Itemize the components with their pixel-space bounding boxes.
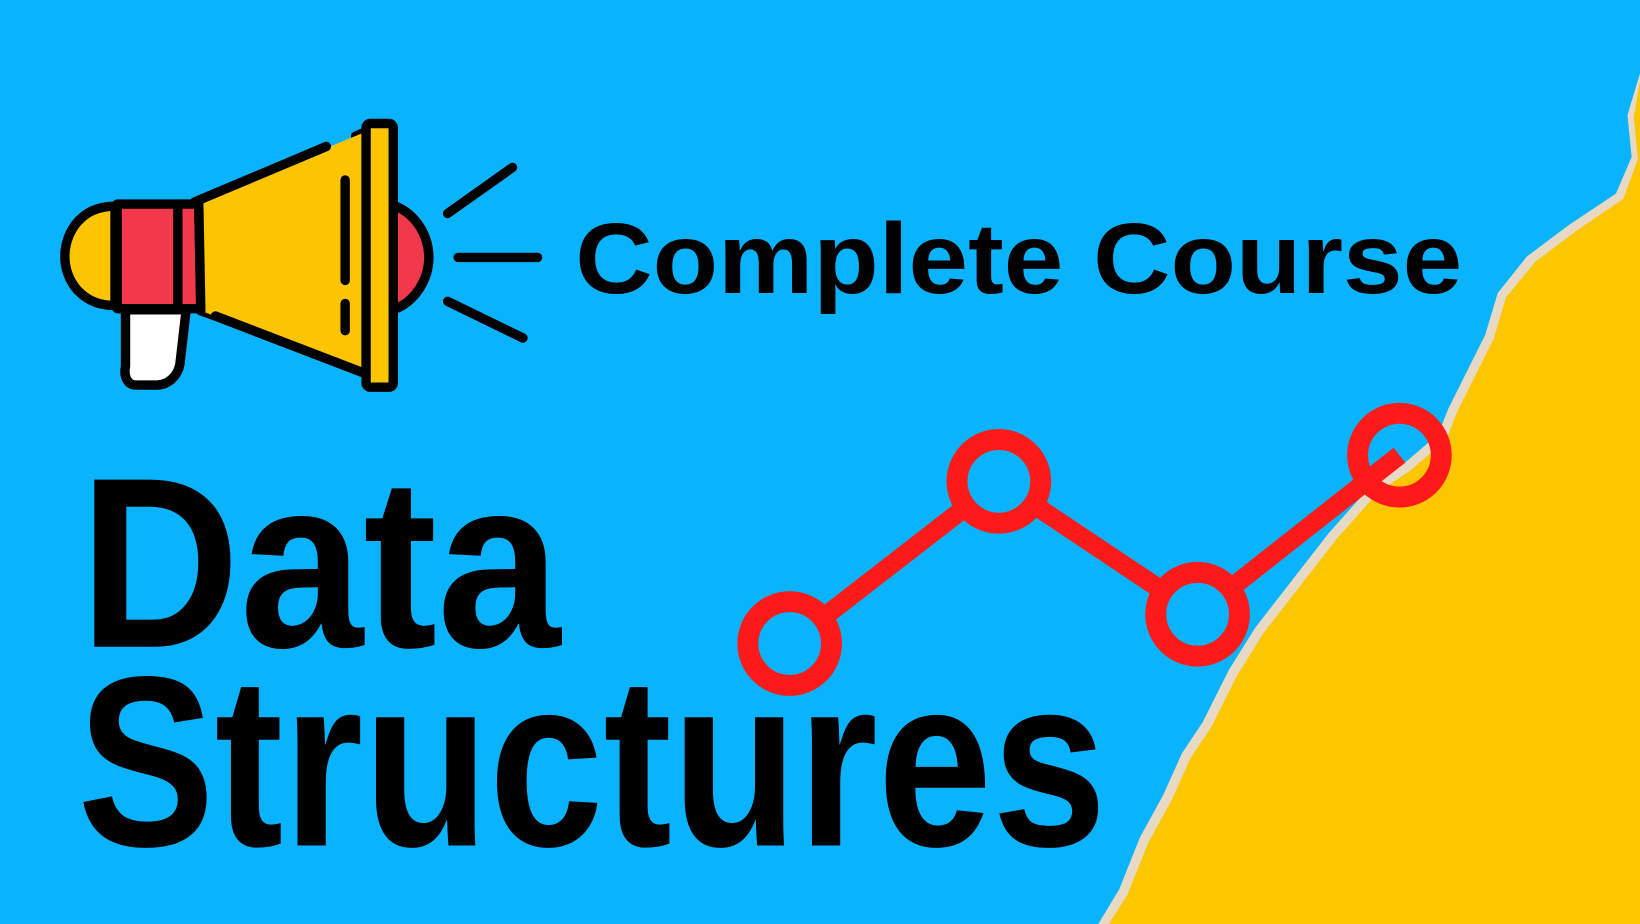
thumbnail-canvas: Complete Course Data Structures <box>60 73 1640 924</box>
thumbnail: Complete Course Data Structures <box>0 0 1640 924</box>
torn-paper <box>1098 73 1640 924</box>
title-line2: Structures <box>77 626 1106 897</box>
megaphone-icon <box>60 118 543 392</box>
subtitle: Complete Course <box>575 203 1462 315</box>
